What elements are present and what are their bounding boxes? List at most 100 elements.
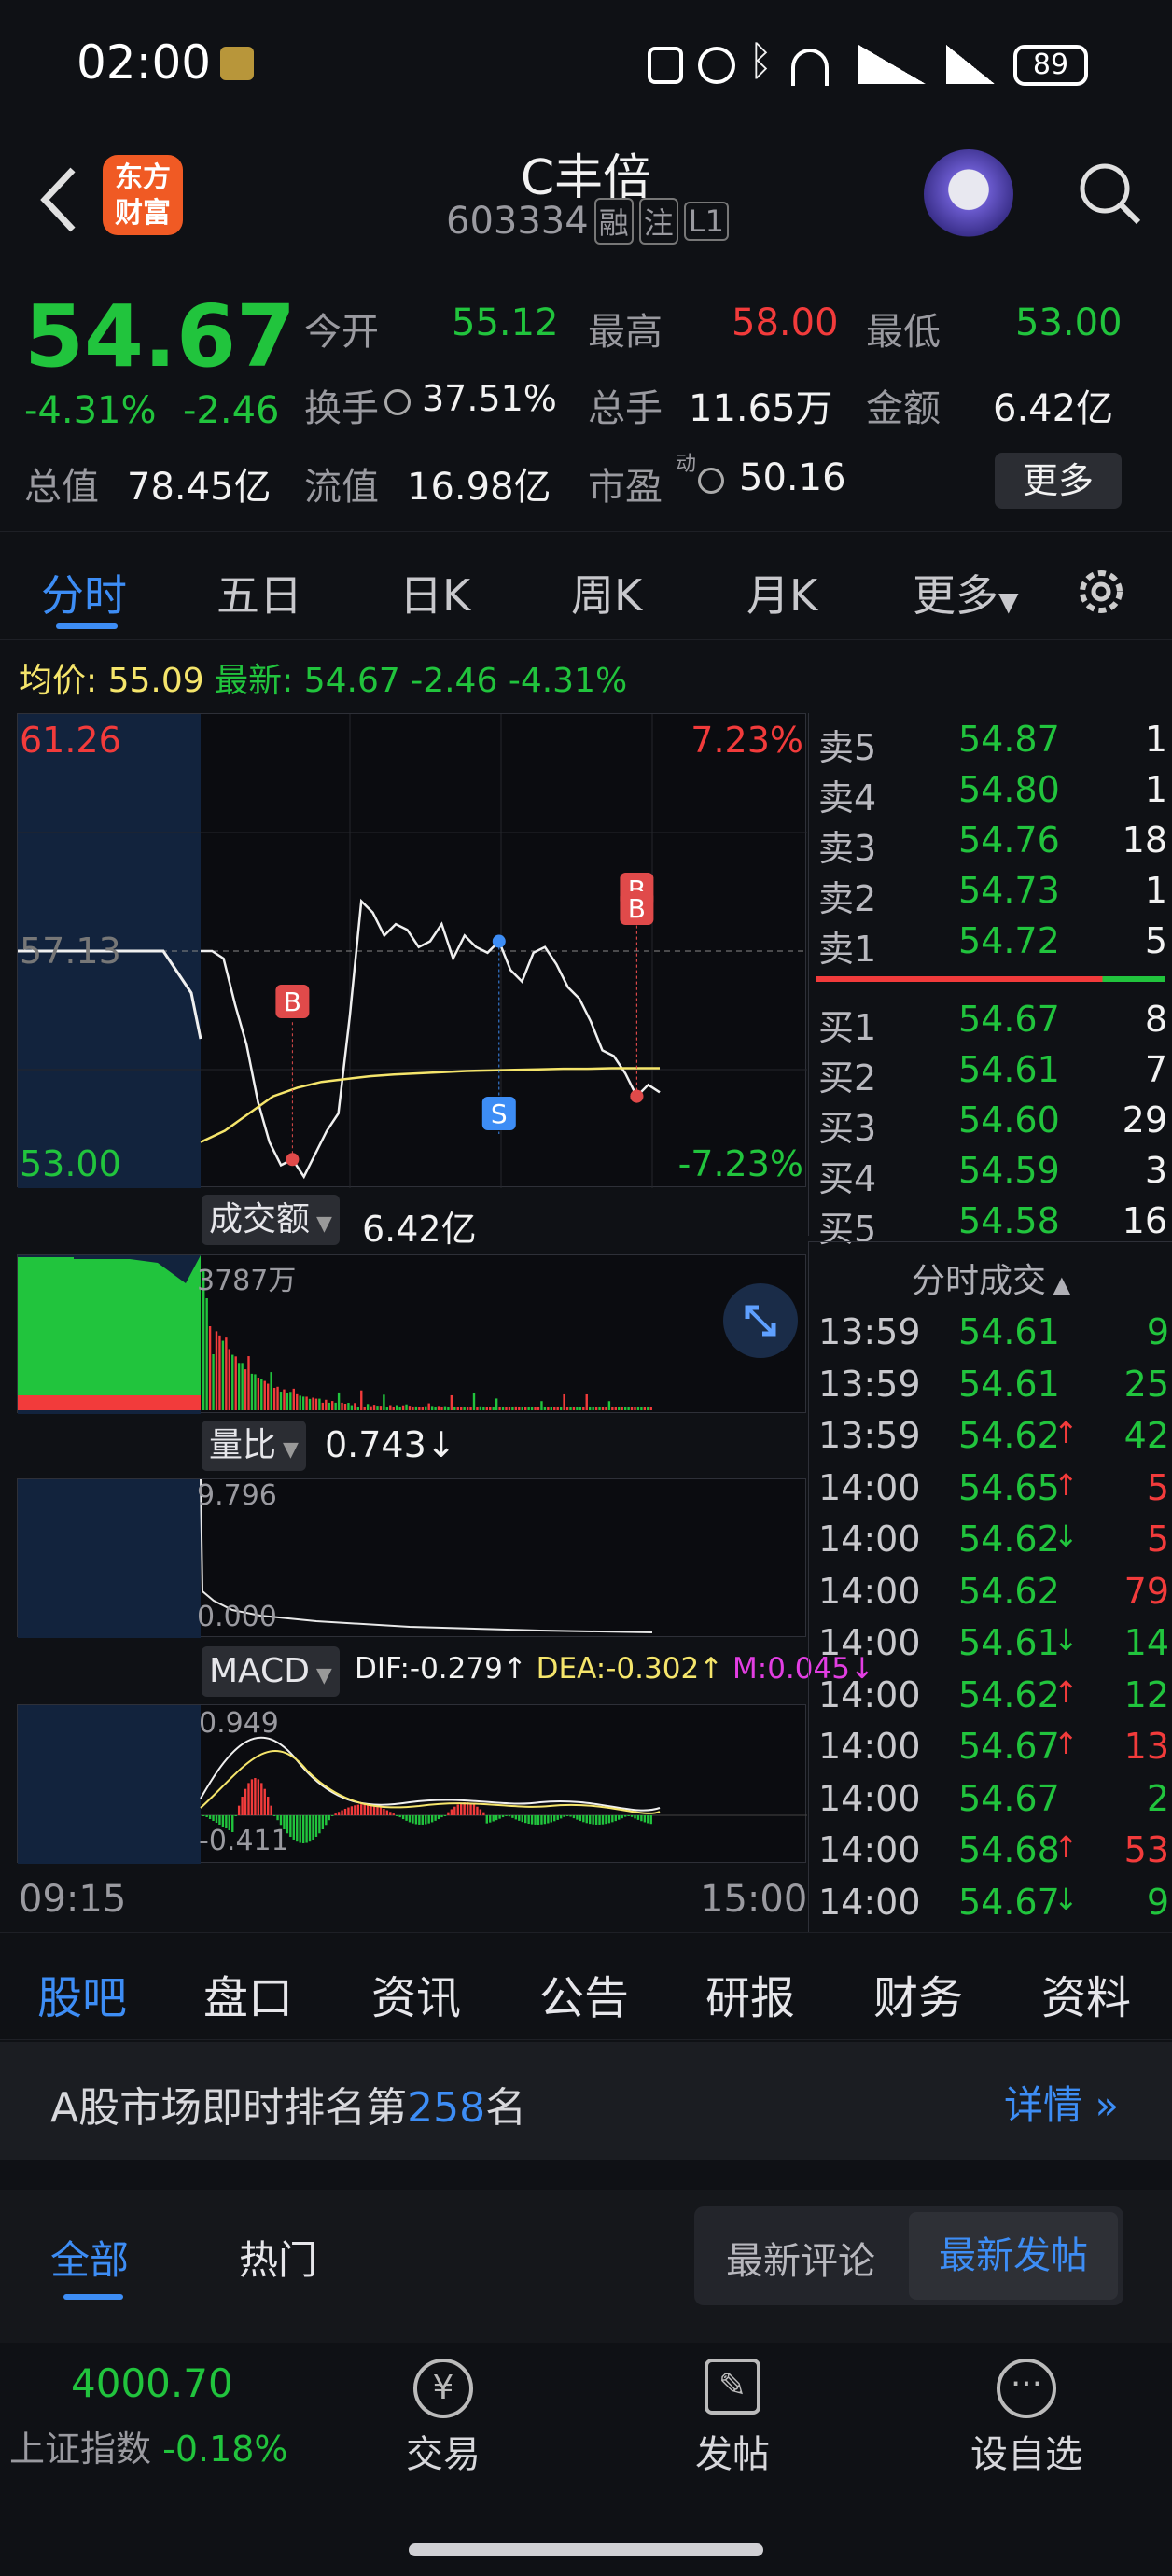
macd-histogram-bar: [414, 1815, 418, 1825]
volume-bar: [401, 1405, 405, 1410]
intraday-price-chart[interactable]: BSBB 61.26 57.13 53.00 7.23% -7.23%: [17, 713, 807, 1188]
macd-histogram-bar: [425, 1815, 427, 1825]
volume-bar: [576, 1407, 579, 1410]
macd-histogram-bar: [618, 1815, 621, 1820]
tab-weekly-k[interactable]: 周K: [571, 562, 642, 623]
macd-indicator-selector[interactable]: MACD ▼: [202, 1646, 340, 1697]
index-row[interactable]: 上证指数 -0.18%: [9, 2420, 288, 2471]
up-arrow-icon: ↑: [1053, 1466, 1079, 1503]
macd-histogram-bar: [356, 1804, 359, 1815]
rank-detail-label: 详情: [1004, 2082, 1083, 2128]
macd-histogram-bar: [534, 1815, 537, 1825]
volume-indicator-selector[interactable]: 成交额 ▼: [202, 1195, 340, 1245]
tag-level: L1: [683, 202, 729, 241]
macd-histogram-bar: [598, 1815, 601, 1825]
tick-volume: 14: [1123, 1622, 1169, 1663]
tick-row: 13:59 54.61 9: [818, 1311, 1169, 1362]
turnover-info-icon[interactable]: [384, 389, 411, 415]
volume-bar: [318, 1398, 321, 1410]
macd-histogram-bar: [563, 1815, 565, 1817]
volume-bar: [537, 1407, 540, 1410]
up-arrow-icon: ↑: [502, 1652, 527, 1686]
home-indicator: [409, 2543, 763, 2556]
tick-volume: 12: [1123, 1673, 1169, 1715]
tab-research[interactable]: 研报: [705, 1961, 795, 2026]
bid-price: 54.61: [958, 1049, 1060, 1090]
tab-announcements[interactable]: 公告: [539, 1961, 629, 2026]
macd-histogram-bar: [508, 1815, 511, 1817]
tab-forum[interactable]: 股吧: [37, 1961, 127, 2026]
tick-row: 14:00 54.67 2: [818, 1778, 1169, 1828]
tab-financials[interactable]: 财务: [873, 1961, 963, 2026]
sort-latest-post[interactable]: 最新发帖: [909, 2212, 1118, 2300]
sort-latest-comment[interactable]: 最新评论: [726, 2231, 875, 2285]
bid-row[interactable]: 买2 54.61 7: [818, 1049, 1167, 1099]
volume-bar: [254, 1374, 257, 1410]
volume-bar: [594, 1407, 598, 1410]
ask-price: 54.76: [958, 819, 1060, 861]
tab-daily-k[interactable]: 日K: [399, 562, 470, 623]
post-button[interactable]: ✎ 发帖: [681, 2359, 784, 2478]
tab-intraday[interactable]: 分时: [41, 562, 127, 623]
rank-detail-link[interactable]: 详情 »: [1004, 2074, 1119, 2131]
bid-row[interactable]: 买1 54.67 8: [818, 999, 1167, 1049]
macd-histogram-bar: [521, 1815, 523, 1823]
macd-histogram-bar: [244, 1788, 247, 1815]
volume-bar: [623, 1407, 627, 1410]
robot-assistant-icon[interactable]: [924, 149, 1013, 239]
tab-orderbook[interactable]: 盘口: [203, 1961, 293, 2026]
macd-histogram-bar: [518, 1815, 521, 1821]
expand-chart-button[interactable]: [723, 1283, 798, 1358]
ask-row[interactable]: 卖2 54.73 1: [818, 870, 1167, 920]
tick-time: 14:00: [818, 1777, 921, 1819]
volume-bar: [634, 1406, 636, 1410]
ask-row[interactable]: 卖1 54.72 5: [818, 920, 1167, 971]
macd-values: DIF:-0.279↑ DEA:-0.302↑ M:0.045↓: [355, 1652, 874, 1686]
tab-profile[interactable]: 资料: [1041, 1961, 1131, 2026]
trade-button[interactable]: ¥ 交易: [392, 2359, 495, 2478]
macd-histogram-bar: [401, 1815, 405, 1820]
ticks-header[interactable]: 分时成交 ▲: [809, 1253, 1172, 1302]
ask-row[interactable]: 卖3 54.76 18: [818, 819, 1167, 870]
macd-histogram-bar: [634, 1815, 636, 1819]
tab-more[interactable]: 更多▼: [913, 562, 1019, 623]
rank-row[interactable]: A股市场即时排名第258名 详情 »: [0, 2042, 1172, 2160]
bid-row[interactable]: 买3 54.60 29: [818, 1099, 1167, 1150]
more-button[interactable]: 更多: [995, 453, 1122, 509]
search-button[interactable]: [1073, 157, 1148, 231]
macd-chart-svg: [18, 1705, 807, 1864]
volume-bar: [611, 1407, 614, 1410]
forum-tab-all[interactable]: 全部: [50, 2229, 129, 2286]
pe-info-icon[interactable]: [698, 468, 724, 494]
macd-histogram-bar: [314, 1815, 318, 1837]
volume-bar: [325, 1399, 328, 1410]
ask-level: 卖5: [818, 727, 877, 768]
ratio-indicator-selector[interactable]: 量比 ▼: [202, 1421, 306, 1471]
tab-five-day[interactable]: 五日: [216, 562, 302, 623]
macd-histogram-bar: [383, 1808, 385, 1815]
dropdown-icon: ▼: [276, 1438, 299, 1462]
macd-histogram-bar: [447, 1812, 450, 1815]
index-value[interactable]: 4000.70: [71, 2360, 233, 2406]
pre-market-volume-base: [18, 1395, 201, 1410]
volume-bar: [460, 1407, 463, 1410]
forum-tab-hot[interactable]: 热门: [239, 2229, 317, 2286]
tab-monthly-k[interactable]: 月K: [746, 562, 817, 623]
add-watchlist-button[interactable]: ··· 设自选: [961, 2359, 1092, 2478]
volume-bar: [260, 1379, 263, 1410]
y-axis-bottom: 53.00: [20, 1143, 121, 1184]
tab-news[interactable]: 资讯: [371, 1961, 461, 2026]
ask-row[interactable]: 卖4 54.80 1: [818, 769, 1167, 819]
volume-bar: [582, 1407, 585, 1410]
volume-bar: [305, 1396, 308, 1410]
macd-histogram-bar: [605, 1815, 607, 1825]
mktcap-label: 总值: [24, 466, 99, 509]
bid-row[interactable]: 买4 54.59 3: [818, 1150, 1167, 1200]
trade-marker-dot: [286, 1153, 300, 1167]
chart-settings-button[interactable]: [1073, 564, 1129, 620]
gear-icon: [1080, 570, 1123, 613]
macd-histogram-bar: [418, 1815, 421, 1825]
search-icon: [1080, 163, 1141, 225]
volume-bar: [447, 1407, 450, 1410]
ask-row[interactable]: 卖5 54.87 1: [818, 719, 1167, 769]
